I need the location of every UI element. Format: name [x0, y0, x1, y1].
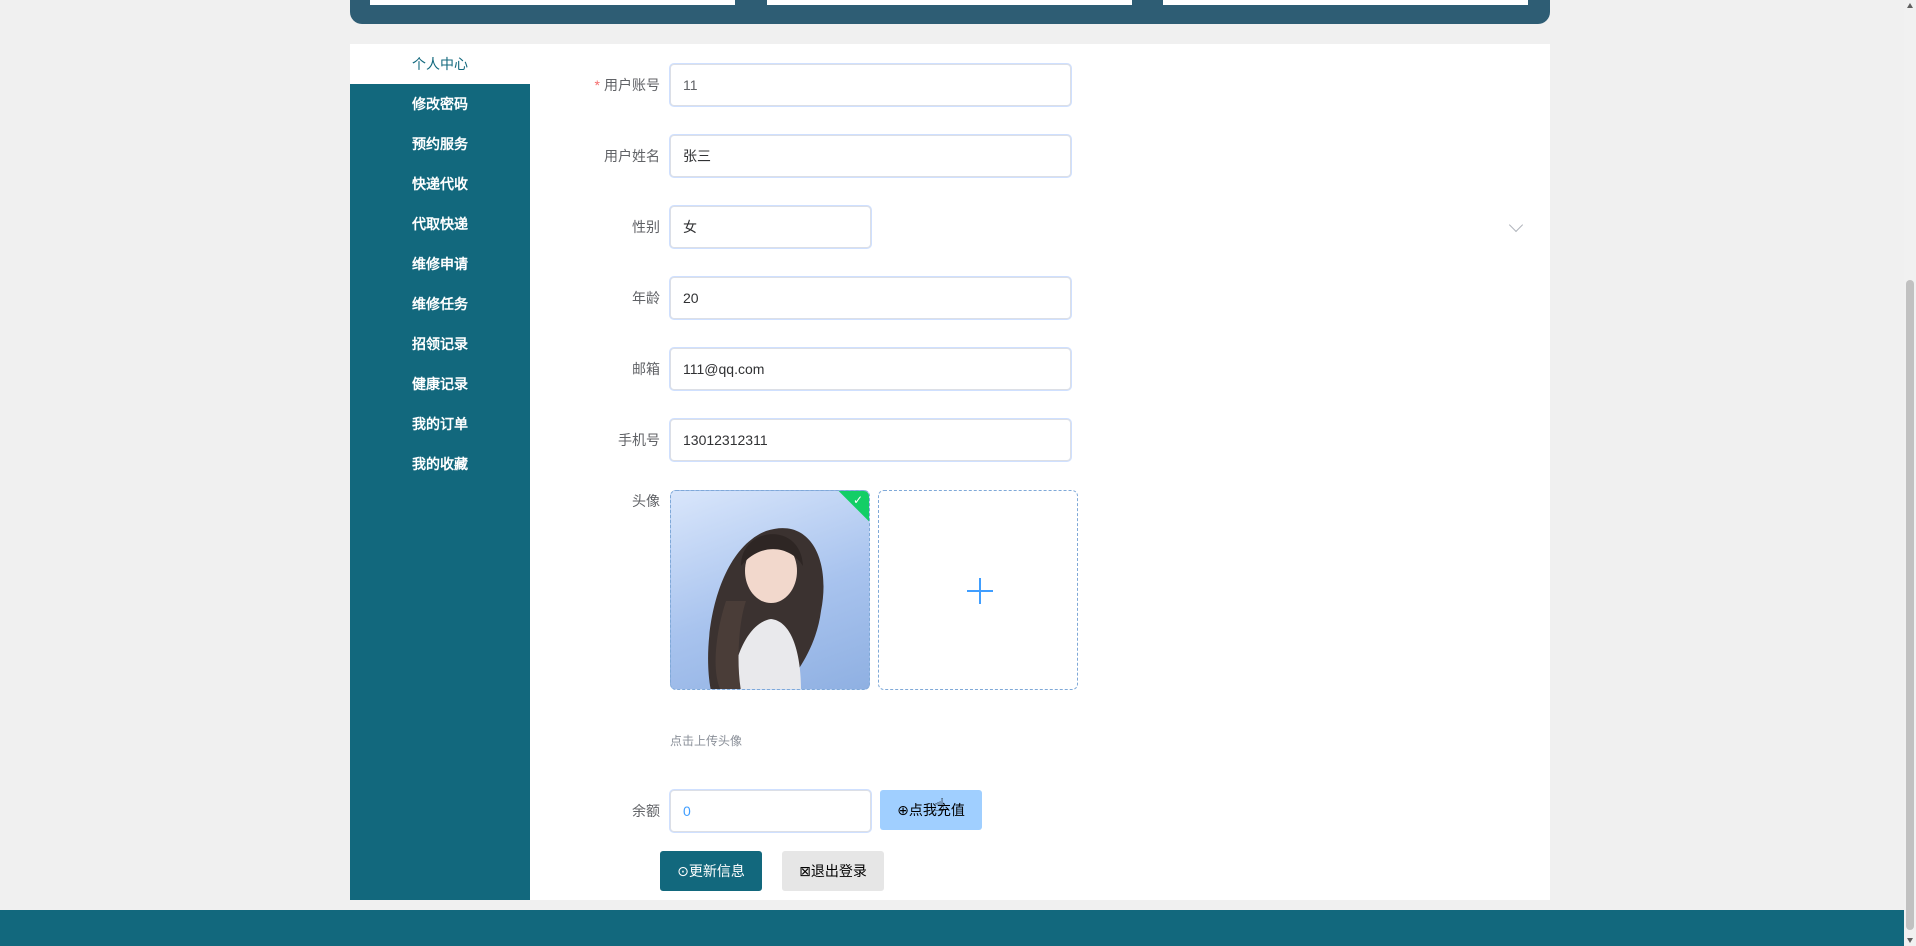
sidebar: 个人中心 修改密码 预约服务 快递代收 代取快递 维修申请 维修任务 招领记录 … [350, 44, 530, 900]
mouse-cursor-icon: ☝ [934, 795, 945, 815]
page-scrollbar[interactable] [1904, 0, 1916, 946]
scroll-up-arrow-icon[interactable] [1907, 3, 1913, 8]
top-banner [350, 0, 1550, 24]
account-label: * 用户账号 [540, 64, 660, 106]
avatar-portrait [708, 528, 824, 689]
account-row: * 用户账号 [540, 64, 1540, 106]
coin-icon: ⊕ [897, 802, 909, 818]
account-label-text: 用户账号 [604, 77, 660, 93]
check-icon: ✓ [852, 493, 863, 507]
sidebar-item-repair-request[interactable]: 维修申请 [350, 244, 530, 284]
account-input[interactable] [670, 64, 1071, 106]
check-circle-icon: ⊙ [677, 863, 689, 879]
recharge-button[interactable]: ⊕点我充值 [880, 790, 982, 830]
name-row: 用户姓名 [540, 135, 1540, 177]
sidebar-item-package-pickup[interactable]: 代取快递 [350, 204, 530, 244]
chevron-down-icon[interactable] [1508, 217, 1524, 233]
footer-bar [0, 910, 1904, 946]
gender-label: 性别 [632, 219, 660, 235]
balance-input[interactable] [670, 790, 871, 832]
sidebar-item-my-favorites[interactable]: 我的收藏 [350, 444, 530, 484]
scroll-down-arrow-icon[interactable] [1907, 938, 1913, 943]
email-label: 邮箱 [632, 361, 660, 377]
required-mark: * [594, 77, 600, 93]
banner-tile [1163, 0, 1528, 5]
name-input[interactable] [670, 135, 1071, 177]
balance-label: 余额 [632, 803, 660, 819]
logout-label: 退出登录 [810, 863, 867, 879]
banner-tile [370, 0, 735, 5]
sidebar-item-lost-found[interactable]: 招领记录 [350, 324, 530, 364]
avatar-hint: 点击上传头像 [670, 734, 743, 748]
age-row: 年龄 [540, 277, 1540, 319]
update-info-label: 更新信息 [688, 863, 745, 879]
phone-input[interactable] [670, 419, 1071, 461]
age-input[interactable] [670, 277, 1071, 319]
phone-row: 手机号 [540, 419, 1540, 461]
sidebar-item-my-orders[interactable]: 我的订单 [350, 404, 530, 444]
sidebar-item-booking[interactable]: 预约服务 [350, 124, 530, 164]
avatar-label: 头像 [632, 493, 660, 509]
avatar-upload-button[interactable] [878, 490, 1078, 690]
gender-select[interactable]: 女 [670, 206, 871, 248]
age-label: 年龄 [632, 290, 660, 306]
sidebar-item-change-password[interactable]: 修改密码 [350, 84, 530, 124]
sidebar-item-repair-task[interactable]: 维修任务 [350, 284, 530, 324]
phone-label: 手机号 [618, 432, 660, 448]
update-info-button[interactable]: ⊙更新信息 [660, 851, 762, 891]
logout-button[interactable]: ⊠退出登录 [782, 851, 884, 891]
sidebar-item-profile[interactable]: 个人中心 [350, 44, 530, 84]
email-row: 邮箱 [540, 348, 1540, 390]
banner-tile [767, 0, 1132, 5]
sidebar-item-health-record[interactable]: 健康记录 [350, 364, 530, 404]
sidebar-item-package-receive[interactable]: 快递代收 [350, 164, 530, 204]
email-input[interactable] [670, 348, 1071, 390]
balance-row: 余额 [540, 790, 1540, 832]
name-label: 用户姓名 [604, 148, 660, 164]
scrollbar-thumb[interactable] [1906, 280, 1914, 930]
gender-row: 性别 女 [540, 206, 1540, 248]
avatar-image[interactable]: ✓ [670, 490, 870, 690]
close-square-icon: ⊠ [799, 863, 811, 879]
